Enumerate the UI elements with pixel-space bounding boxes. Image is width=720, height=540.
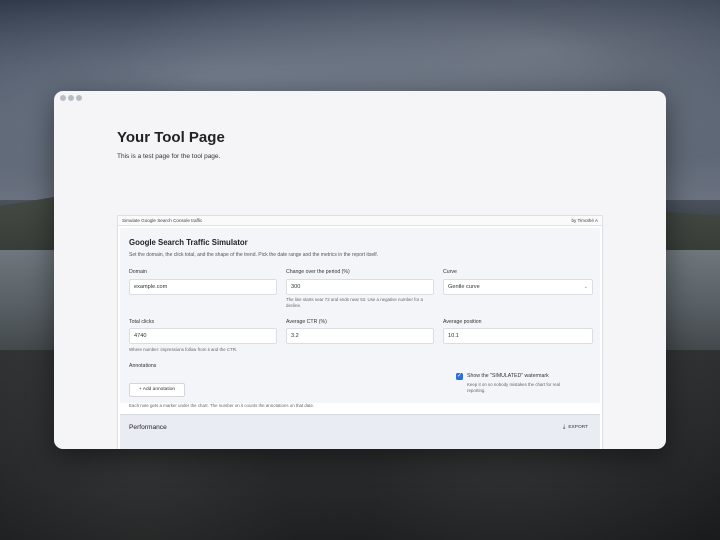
chevron-down-icon: ⌄ [583, 284, 588, 290]
export-button[interactable]: ⤓ EXPORT [563, 424, 588, 431]
panel-header: Simulate Google Search Console traffic b… [118, 216, 602, 226]
watermark-hint-line2: reporting. [467, 388, 486, 393]
tool-panel: Simulate Google Search Console traffic b… [117, 215, 603, 449]
curve-label: Curve [443, 269, 457, 275]
page-title: Your Tool Page [117, 129, 225, 146]
clicks-hint: Where number: impressions follow from it… [129, 347, 238, 352]
export-label: EXPORT [568, 425, 588, 430]
position-input[interactable]: 10.1 [443, 328, 593, 344]
performance-title: Performance [129, 424, 167, 431]
annotations-label: Annotations [129, 363, 157, 369]
download-icon: ⤓ [562, 424, 566, 430]
change-hint: The line starts near 72 and ends near 53… [286, 297, 423, 308]
curve-select[interactable]: Gentle curve ⌄ [443, 279, 593, 295]
page-subtitle: This is a test page for the tool page. [117, 153, 221, 160]
add-annotation-button[interactable]: + Add annotation [129, 383, 185, 397]
watermark-checkbox[interactable]: ✓ [456, 373, 463, 380]
simulator-title: Google Search Traffic Simulator [129, 238, 248, 247]
simulator-description: Set the domain, the click total, and the… [129, 252, 379, 258]
window-titlebar [54, 91, 666, 105]
position-label: Average position [443, 319, 482, 325]
change-input[interactable]: 300 [286, 279, 434, 295]
ctr-input[interactable]: 3.2 [286, 328, 434, 344]
performance-section: Performance ⤓ EXPORT [120, 414, 600, 449]
domain-input[interactable]: example.com [129, 279, 277, 295]
window-dot-1[interactable] [60, 95, 66, 101]
clicks-input[interactable]: 4740 [129, 328, 277, 344]
curve-value: Gentle curve [448, 284, 480, 290]
domain-label: Domain [129, 269, 147, 275]
change-label: Change over the period (%) [286, 269, 350, 275]
clicks-label: Total clicks [129, 319, 155, 325]
window-dot-3[interactable] [76, 95, 82, 101]
annotations-hint: Each note gets a marker under the chart.… [129, 403, 315, 408]
panel-header-author[interactable]: by Timothé A [571, 218, 598, 223]
panel-header-title: Simulate Google Search Console traffic [122, 218, 203, 223]
window-dot-2[interactable] [68, 95, 74, 101]
ctr-label: Average CTR (%) [286, 319, 327, 325]
browser-window: Your Tool Page This is a test page for t… [54, 91, 666, 449]
watermark-label[interactable]: Show the "SIMULATED" watermark [467, 373, 549, 379]
simulator-card: Google Search Traffic Simulator Set the … [120, 228, 600, 408]
